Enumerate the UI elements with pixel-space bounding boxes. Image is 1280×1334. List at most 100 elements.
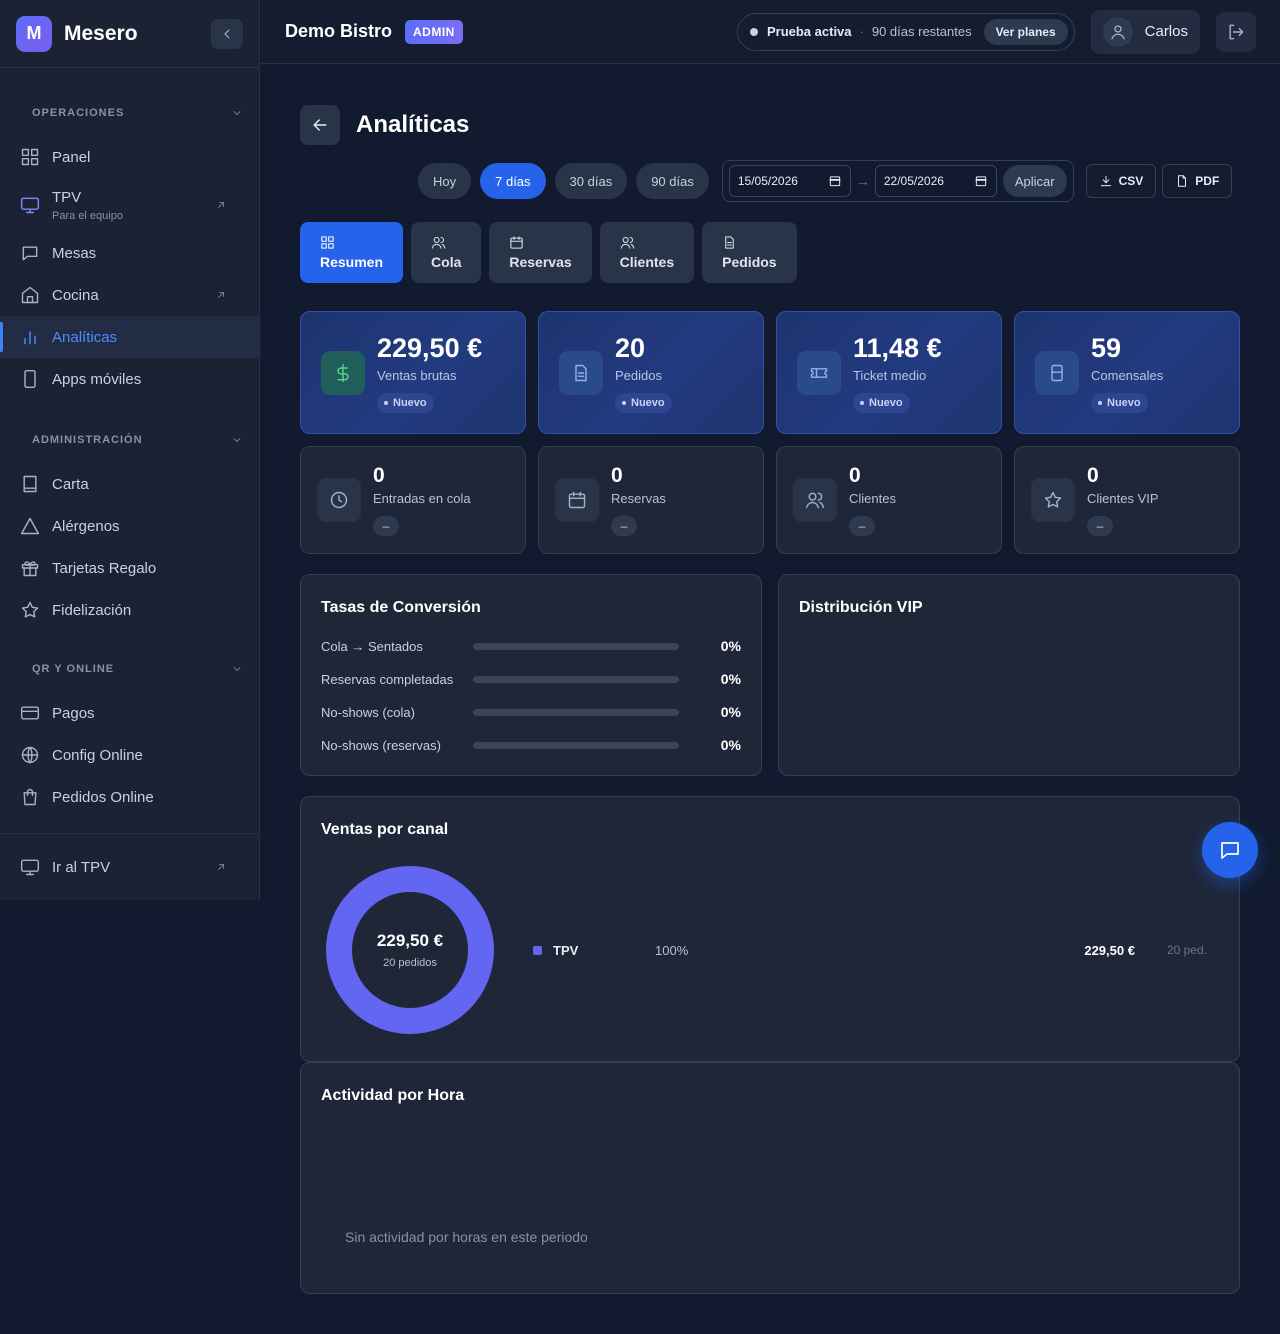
alert-triangle-icon <box>20 517 40 535</box>
date-to-input[interactable]: 22/05/2026 <box>874 165 997 197</box>
star-icon <box>1044 491 1062 508</box>
stat-card-reservas: 0 Reservas – <box>538 446 764 554</box>
user-menu-button[interactable]: Carlos <box>1090 9 1200 54</box>
sidebar-item-carta[interactable]: Carta <box>0 463 259 505</box>
section-administracion[interactable]: ADMINISTRACIÓN <box>0 429 259 451</box>
users-icon <box>805 492 825 509</box>
sidebar-item-label: Cocina <box>52 286 99 304</box>
calendar-icon <box>829 176 841 187</box>
sidebar-item-tarjetas-regalo[interactable]: Tarjetas Regalo <box>0 547 259 589</box>
sidebar-item-tpv[interactable]: TPV Para el equipo <box>0 178 259 232</box>
download-icon <box>1100 175 1111 187</box>
section-qr-online[interactable]: QR Y ONLINE <box>0 658 259 680</box>
sidebar-item-pagos[interactable]: Pagos <box>0 692 259 734</box>
collapse-sidebar-button[interactable] <box>211 18 243 49</box>
kpi-icon <box>1035 350 1079 395</box>
sidebar-item-fidelizacion[interactable]: Fidelización <box>0 589 259 631</box>
sidebar-item-ir-al-tpv[interactable]: Ir al TPV <box>0 846 259 888</box>
tab-reservas[interactable]: Reservas <box>489 222 592 283</box>
back-button[interactable] <box>300 105 340 145</box>
dollar-icon <box>337 363 349 382</box>
chat-button[interactable] <box>1202 822 1258 878</box>
tab-clientes[interactable]: Clientes <box>599 222 695 283</box>
bar-chart-icon <box>24 331 36 345</box>
sidebar-item-label: Panel <box>52 148 91 166</box>
status-dot <box>749 27 758 36</box>
date-range-arrow: → <box>855 173 870 189</box>
logout-button[interactable] <box>1216 11 1256 52</box>
card-title: Tasas de Conversión <box>321 599 481 616</box>
external-link-icon <box>218 292 224 298</box>
status-badge: – <box>849 516 875 536</box>
sidebar-item-label: Tarjetas Regalo <box>52 559 157 577</box>
sidebar-item-sublabel: Para el equipo <box>52 209 123 222</box>
brand-logo: M <box>16 15 52 52</box>
donut-center: 229,50 € 20 pedidos <box>325 865 495 1035</box>
conversion-rates-card: Tasas de Conversión Cola → Sentados 0% R… <box>300 574 762 776</box>
export-pdf-button[interactable]: PDF <box>1162 164 1233 198</box>
file-text-icon <box>575 364 587 381</box>
kpi-icon <box>321 350 365 395</box>
sidebar-item-config-online[interactable]: Config Online <box>0 734 259 776</box>
status-badge: Nuevo <box>377 392 434 413</box>
legend-percent: 100% <box>655 942 689 958</box>
kpi-card-comensales: 59 Comensales Nuevo <box>1014 311 1240 434</box>
sidebar-item-pedidos-online[interactable]: Pedidos Online <box>0 776 259 818</box>
book-icon <box>23 475 37 493</box>
sidebar-item-analiticas[interactable]: Analíticas <box>0 316 259 358</box>
legend-swatch <box>533 945 542 955</box>
sidebar-item-label: TPV <box>52 188 82 206</box>
sidebar-item-label: Alérgenos <box>52 517 120 535</box>
kpi-value: 229,50 € <box>377 332 483 363</box>
progress-bar <box>473 741 679 749</box>
range-pill-7-days[interactable]: 7 días <box>480 163 546 199</box>
sidebar-item-cocina[interactable]: Cocina <box>0 274 259 316</box>
date-from-input[interactable]: 15/05/2026 <box>728 165 851 197</box>
section-operaciones[interactable]: OPERACIONES <box>0 102 259 124</box>
sidebar-item-alergenos[interactable]: Alérgenos <box>0 505 259 547</box>
range-pill-90-days[interactable]: 90 días <box>636 163 709 199</box>
stat-label: Clientes VIP <box>1087 491 1159 506</box>
trial-status-label: Prueba activa <box>766 24 852 39</box>
calendar-icon <box>975 176 987 187</box>
sidebar-item-mesas[interactable]: Mesas <box>0 232 259 274</box>
conversion-label: Cola → Sentados <box>321 638 423 654</box>
sidebar-item-apps-moviles[interactable]: Apps móviles <box>0 358 259 400</box>
range-pill-today[interactable]: Hoy <box>418 163 472 199</box>
external-link-icon <box>218 202 224 208</box>
conversion-row: No-shows (reservas) 0% <box>321 735 741 755</box>
stat-icon <box>317 478 361 522</box>
external-link-icon <box>218 864 224 870</box>
role-badge: ADMIN <box>405 19 463 44</box>
stat-label: Entradas en cola <box>373 491 471 506</box>
legend-row-tpv: TPV 100% 229,50 € 20 ped. <box>533 940 1207 960</box>
tab-resumen[interactable]: Resumen <box>300 222 404 283</box>
range-pill-30-days[interactable]: 30 días <box>554 163 628 199</box>
tab-cola[interactable]: Cola <box>411 222 482 283</box>
conversion-row: No-shows (cola) 0% <box>321 702 741 722</box>
progress-bar <box>473 708 679 716</box>
card-title: Ventas por canal <box>321 821 449 838</box>
file-icon <box>1178 175 1187 187</box>
kpi-label: Pedidos <box>615 367 662 383</box>
kpi-icon <box>797 350 841 395</box>
status-badge: Nuevo <box>853 392 910 413</box>
stat-grid: 0 Entradas en cola – 0 Reservas – 0 Clie… <box>300 446 1240 554</box>
apply-button[interactable]: Aplicar <box>1002 165 1067 197</box>
conversion-value: 0% <box>720 737 741 753</box>
chevron-down-icon <box>233 438 241 442</box>
grid-icon <box>321 236 334 249</box>
kpi-grid: 229,50 € Ventas brutas Nuevo 20 Pedidos … <box>300 311 1240 434</box>
chat-icon <box>1221 842 1239 859</box>
tab-pedidos[interactable]: Pedidos <box>702 222 797 283</box>
kpi-label: Comensales <box>1091 367 1164 383</box>
view-plans-button[interactable]: Ver planes <box>983 18 1068 45</box>
sidebar-item-label: Ir al TPV <box>52 858 111 876</box>
separator: · <box>859 24 864 39</box>
card-title: Distribución VIP <box>799 599 923 616</box>
sidebar-item-panel[interactable]: Panel <box>0 136 259 178</box>
sidebar-header: M Mesero <box>0 0 259 68</box>
hourly-activity-card: Actividad por Hora Sin actividad por hor… <box>300 1062 1240 1294</box>
file-text-icon <box>725 236 734 249</box>
export-csv-button[interactable]: CSV <box>1085 164 1157 198</box>
